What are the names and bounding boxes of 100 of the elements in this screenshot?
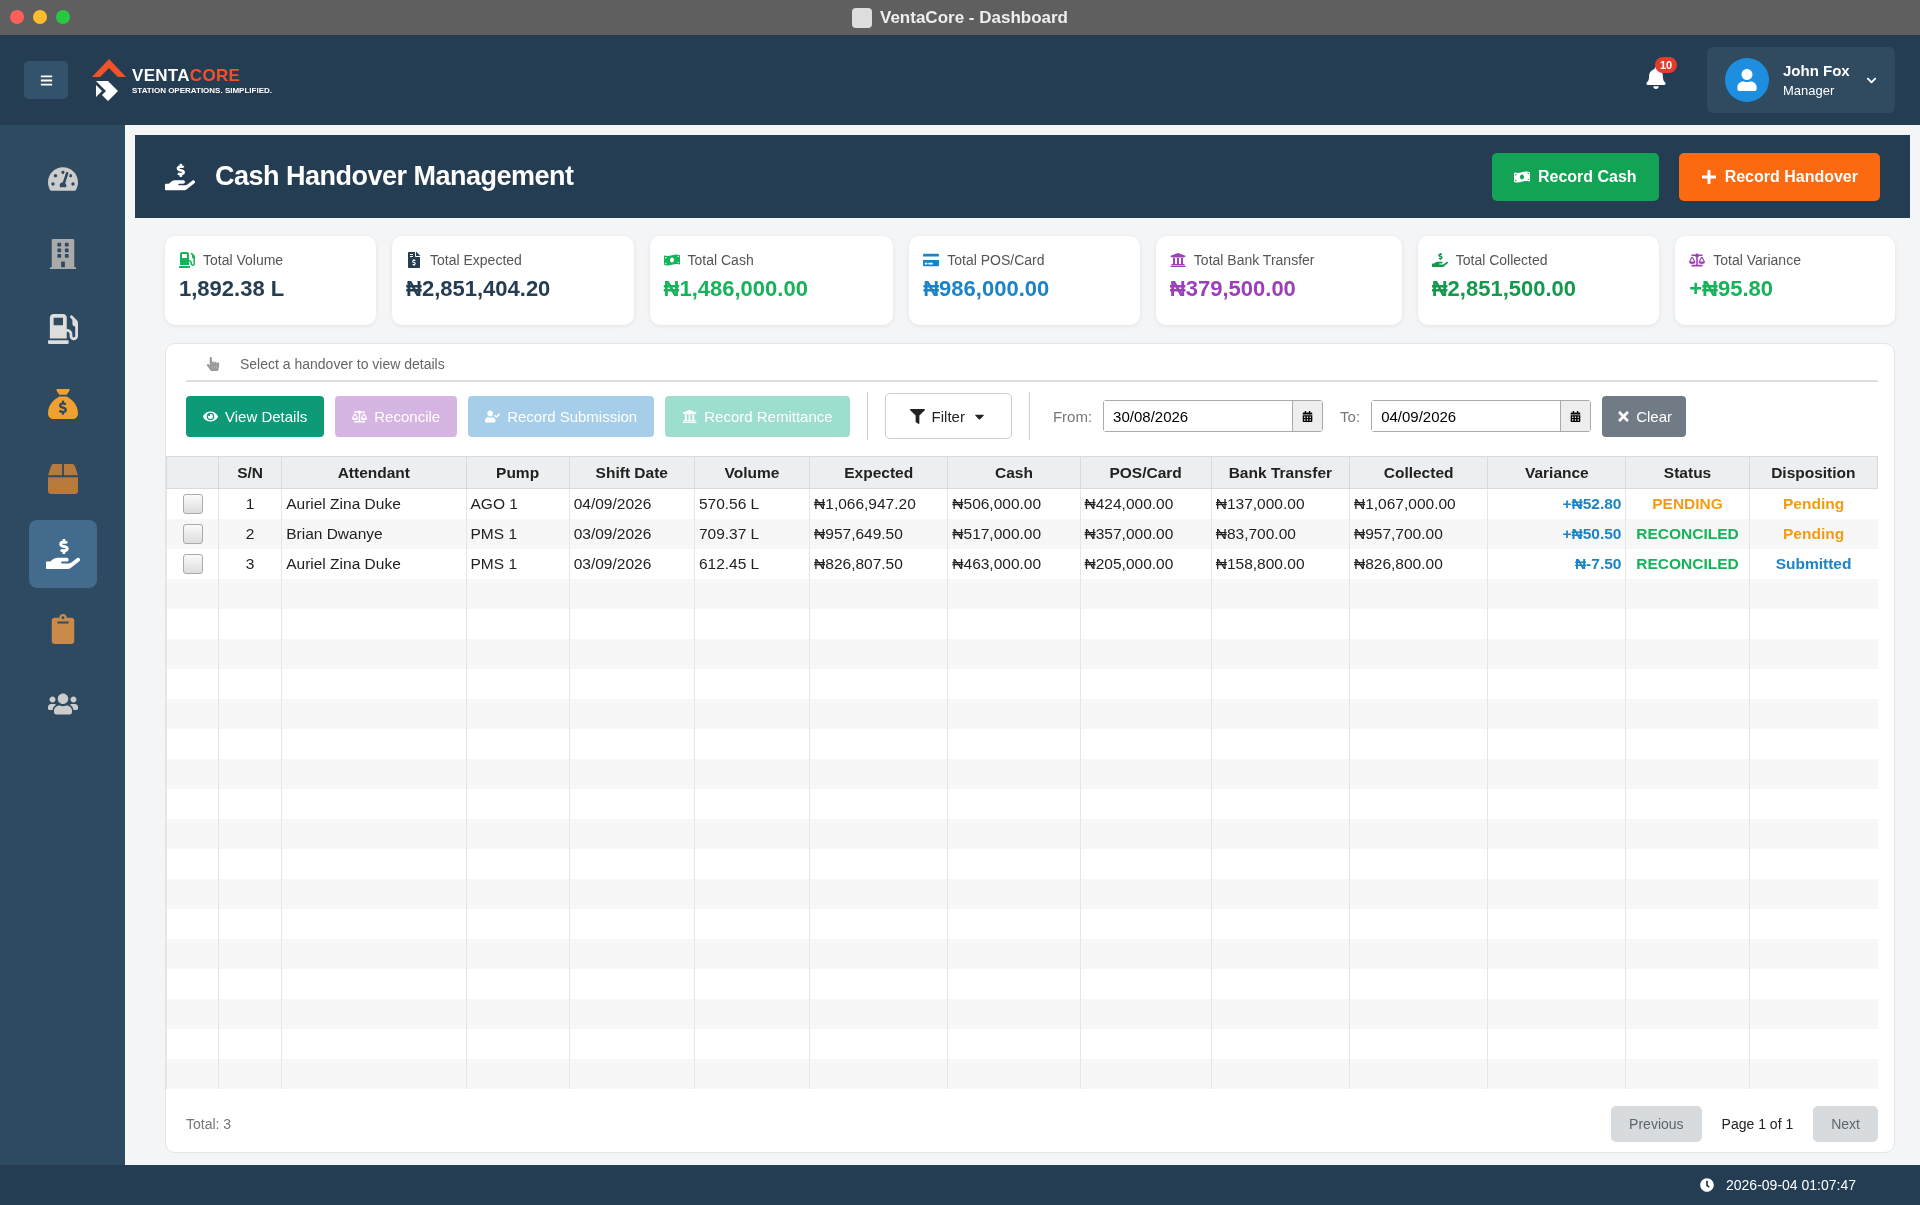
- calendar-icon[interactable]: [1292, 401, 1323, 431]
- column-header: Expected: [809, 456, 948, 489]
- fuel-pump-icon: [47, 314, 78, 344]
- calendar-icon[interactable]: [1560, 401, 1591, 431]
- column-header: S/N: [218, 456, 282, 489]
- user-name: John Fox: [1783, 62, 1851, 79]
- cash-icon: [663, 252, 680, 268]
- table-cell: ₦957,649.50: [809, 518, 948, 549]
- disposition-cell: Pending: [1749, 518, 1878, 549]
- table-cell: PMS 1: [466, 518, 570, 549]
- status-cell: RECONCILED: [1625, 518, 1750, 549]
- pointer-icon: [206, 357, 220, 371]
- gauge-icon: [47, 164, 78, 194]
- table-cell: ₦205,000.00: [1080, 548, 1212, 579]
- filter-button[interactable]: Filter: [884, 393, 1012, 439]
- table-cell: ₦83,700.00: [1211, 518, 1350, 549]
- sidebar-item[interactable]: [28, 520, 97, 588]
- column-header: Variance: [1487, 456, 1626, 489]
- logo-text: VENTACORE: [132, 65, 242, 86]
- row-checkbox[interactable]: [182, 553, 203, 574]
- stat-value: +₦95.80: [1689, 276, 1775, 302]
- minimize-window-button[interactable]: [33, 10, 47, 24]
- disposition-cell: Pending: [1749, 488, 1878, 519]
- column-header: Volume: [694, 456, 810, 489]
- stat-label: Total Bank Transfer: [1193, 252, 1315, 268]
- column-header: Bank Transfer: [1211, 456, 1350, 489]
- table-cell: 612.45 L: [694, 548, 810, 579]
- table-cell: 03/09/2026: [569, 548, 695, 579]
- record-cash-button[interactable]: Record Cash: [1491, 152, 1659, 201]
- from-label: From:: [1052, 407, 1093, 425]
- menu-icon: [39, 73, 53, 87]
- column-header: Shift Date: [569, 456, 695, 489]
- table-cell: ₦1,067,000.00: [1349, 488, 1488, 519]
- table-cell: ₦357,000.00: [1080, 518, 1212, 549]
- table-cell: 04/09/2026: [569, 488, 695, 519]
- record-handover-button[interactable]: Record Handover: [1678, 152, 1880, 201]
- column-header: Status: [1625, 456, 1750, 489]
- table-cell: 709.37 L: [694, 518, 810, 549]
- table-cell: 1: [218, 488, 282, 519]
- table-cell: ₦1,066,947.20: [809, 488, 948, 519]
- table-cell: ₦957,700.00: [1349, 518, 1488, 549]
- notification-badge: 10: [1655, 57, 1678, 73]
- stat-label: Total Expected: [430, 252, 522, 268]
- logo-icon: [92, 59, 126, 101]
- clear-button[interactable]: Clear: [1602, 395, 1686, 437]
- bank-icon: [1169, 252, 1186, 268]
- user-role: Manager: [1783, 83, 1836, 98]
- menu-button[interactable]: [24, 61, 68, 99]
- bell-icon[interactable]: [1645, 67, 1667, 89]
- column-header: POS/Card: [1080, 456, 1212, 489]
- table-cell: 3: [218, 548, 282, 579]
- table-cell: Auriel Zina Duke: [281, 548, 466, 579]
- maximize-window-button[interactable]: [56, 10, 70, 24]
- plus-icon: [1700, 168, 1717, 185]
- app-icon: [852, 7, 872, 28]
- stat-value: ₦1,486,000.00: [663, 276, 809, 302]
- toolbar-button[interactable]: View Details: [186, 395, 325, 437]
- stat-value: ₦986,000.00: [923, 276, 1051, 302]
- table-cell: ₦517,000.00: [947, 518, 1081, 549]
- scales-icon: [352, 408, 368, 424]
- from-date-field[interactable]: 30/08/2026: [1103, 400, 1324, 432]
- disposition-cell: Submitted: [1749, 548, 1878, 579]
- row-checkbox[interactable]: [182, 493, 203, 514]
- user-check-icon: [485, 408, 501, 424]
- table-cell: ₦826,807.50: [809, 548, 948, 579]
- column-header: Collected: [1349, 456, 1488, 489]
- table-cell: Brian Dwanye: [281, 518, 466, 549]
- column-header: Disposition: [1749, 456, 1878, 489]
- page-title: Cash Handover Management: [215, 161, 574, 192]
- table-cell: ₦137,000.00: [1211, 488, 1350, 519]
- clock-icon: [1700, 1178, 1714, 1192]
- stat-value: ₦2,851,404.20: [406, 276, 552, 302]
- to-label: To:: [1340, 407, 1361, 425]
- stat-label: Total Variance: [1713, 252, 1801, 268]
- table-cell: AGO 1: [466, 488, 570, 519]
- status-cell: RECONCILED: [1625, 548, 1750, 579]
- column-header: Pump: [466, 456, 570, 489]
- card-icon: [923, 252, 940, 268]
- stat-label: Total Cash: [687, 252, 754, 268]
- table-cell: 2: [218, 518, 282, 549]
- column-header: Cash: [947, 456, 1081, 489]
- row-checkbox[interactable]: [182, 523, 203, 544]
- close-window-button[interactable]: [10, 10, 24, 24]
- table-cell: ₦463,000.00: [947, 548, 1081, 579]
- scales-icon: [1689, 252, 1706, 268]
- stat-label: Total Volume: [203, 252, 284, 268]
- building-icon: [47, 239, 78, 269]
- stat-value: 1,892.38 L: [179, 276, 286, 302]
- invoice-icon: [406, 252, 422, 268]
- variance-cell: +₦50.50: [1487, 518, 1626, 549]
- to-date-field[interactable]: 04/09/2026: [1371, 400, 1592, 432]
- table-cell: 570.56 L: [694, 488, 810, 519]
- hand-money-icon: [45, 537, 80, 571]
- timestamp: 2026-09-04 01:07:47: [1726, 1177, 1856, 1193]
- user-menu[interactable]: John Fox Manager: [1707, 47, 1895, 113]
- avatar-icon: [1725, 58, 1769, 102]
- bank-icon: [682, 408, 698, 424]
- page-indicator: Page 1 of 1: [1721, 1116, 1794, 1132]
- table-cell: ₦506,000.00: [947, 488, 1081, 519]
- variance-cell: +₦52.80: [1487, 488, 1626, 519]
